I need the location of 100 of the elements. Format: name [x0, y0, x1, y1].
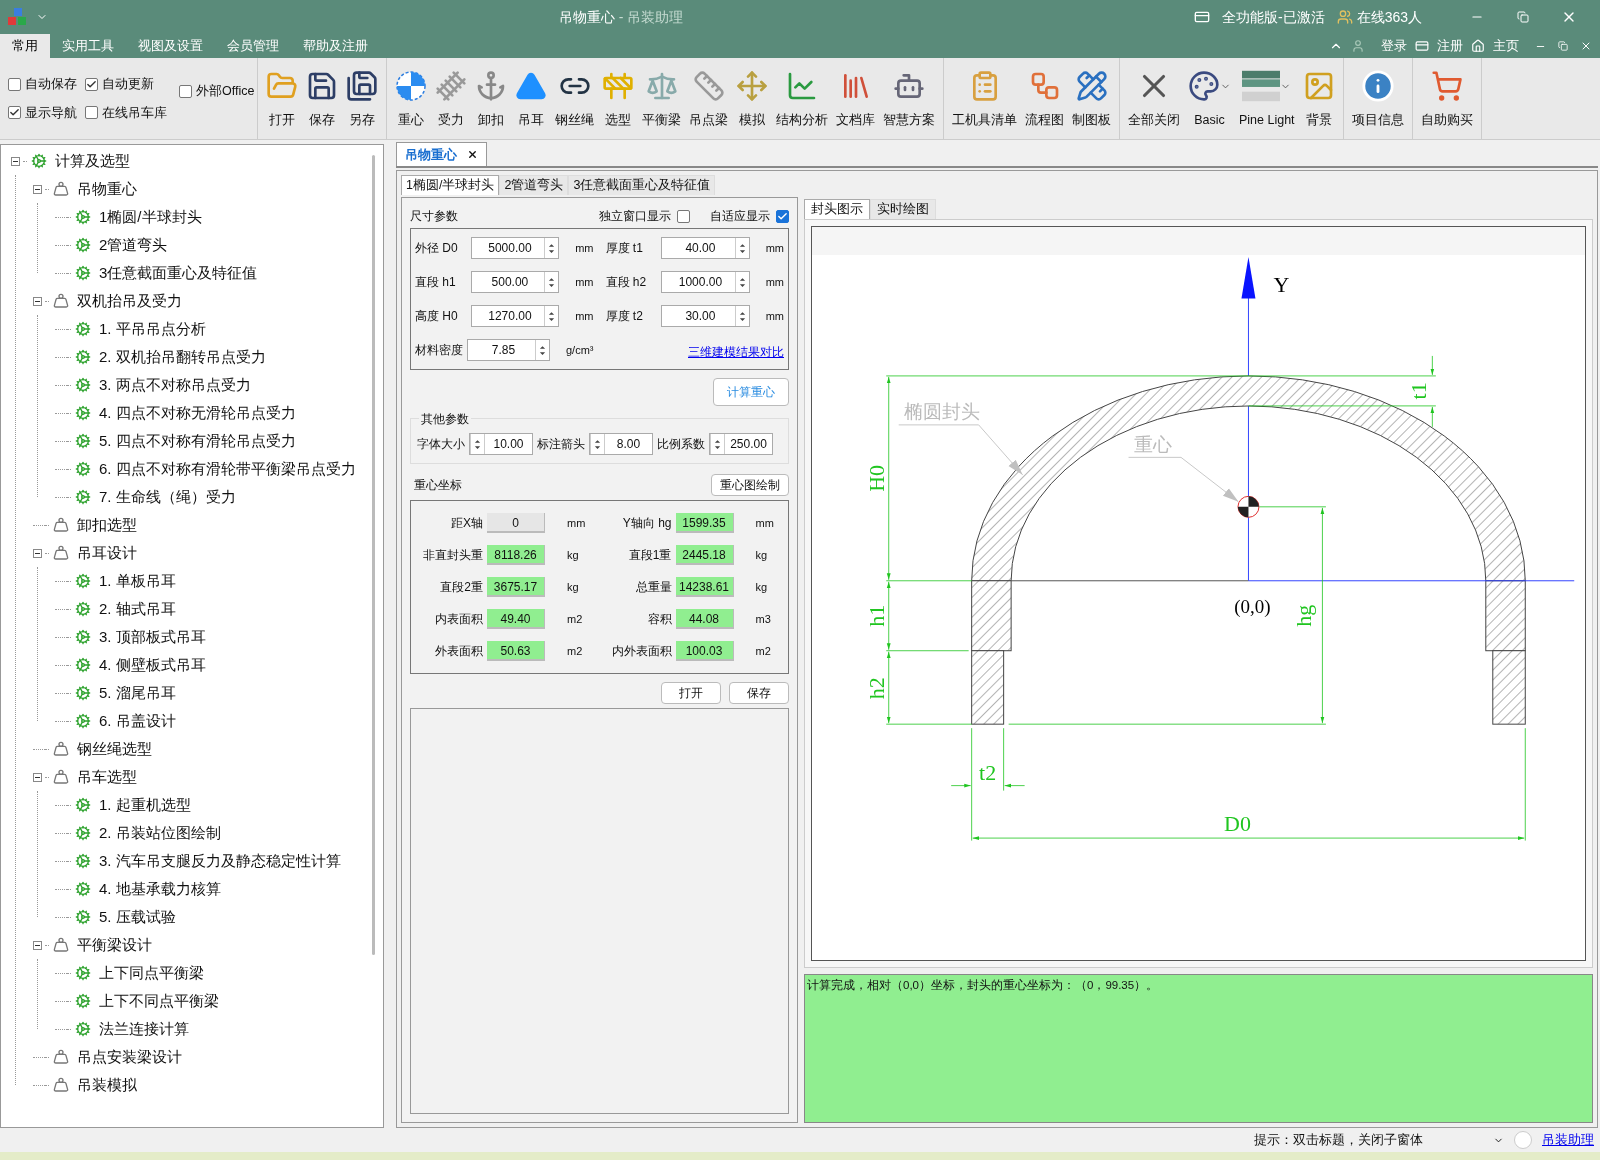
tree-item[interactable]: 6. 吊盖设计 [99, 709, 176, 733]
ribbon-button[interactable]: 模拟 [732, 58, 772, 139]
number-field[interactable]: 40.00 [661, 237, 750, 259]
tree-item[interactable]: 1. 单板吊耳 [99, 569, 176, 593]
checkbox[interactable] [8, 106, 21, 120]
dropdown-button[interactable]: Pine Light [1235, 58, 1299, 139]
ribbon-button[interactable]: 工机具清单 [948, 58, 1021, 139]
sub-tab[interactable]: 2管道弯头 [499, 175, 569, 195]
tree-item[interactable]: 7. 生命线（绳）受力 [99, 485, 236, 509]
tree-item[interactable]: 上下不同点平衡梁 [99, 989, 219, 1013]
checkbox[interactable] [179, 84, 192, 98]
ribbon-button[interactable]: 重心 [391, 58, 431, 139]
tree-item[interactable]: 3. 顶部板式吊耳 [99, 625, 206, 649]
tree-item[interactable]: 吊车选型 [77, 765, 137, 789]
ribbon-button[interactable]: 制图板 [1068, 58, 1115, 139]
expand-toggle[interactable] [33, 548, 42, 558]
tree-item[interactable]: 上下同点平衡梁 [99, 961, 204, 985]
login-link[interactable]: 登录 [1381, 36, 1407, 56]
ribbon-button[interactable]: 受力 [431, 58, 471, 139]
tree-item[interactable]: 3. 汽车吊支腿反力及静态稳定性计算 [99, 849, 341, 873]
expand-toggle[interactable] [11, 156, 20, 166]
ribbon-button[interactable]: 智慧方案 [879, 58, 939, 139]
number-field[interactable]: 8.00 [589, 433, 653, 455]
ribbon-button[interactable]: 选型 [598, 58, 638, 139]
tree-item[interactable]: 吊物重心 [77, 177, 137, 201]
number-field[interactable]: 500.00 [470, 271, 560, 293]
draw-centroid-button[interactable]: 重心图绘制 [711, 474, 789, 496]
ribbon-button[interactable]: 平衡梁 [638, 58, 685, 139]
expand-toggle[interactable] [33, 296, 42, 306]
tree-item[interactable]: 吊装模拟 [77, 1073, 137, 1097]
checkbox[interactable] [776, 209, 789, 223]
number-field[interactable]: 10.00 [469, 433, 533, 455]
number-field[interactable]: 1000.00 [661, 271, 750, 293]
ribbon-button[interactable]: 文档库 [832, 58, 879, 139]
ribbon-tab[interactable]: 帮助及注册 [291, 34, 380, 58]
dropdown-button[interactable]: Basic [1184, 58, 1235, 139]
tree-item[interactable]: 4. 侧壁板式吊耳 [99, 653, 206, 677]
tree-item[interactable]: 2. 轴式吊耳 [99, 597, 176, 621]
expand-toggle[interactable] [33, 940, 42, 950]
compare-link[interactable]: 三维建模结果对比 [688, 343, 784, 361]
ribbon-tab[interactable]: 视图及设置 [126, 34, 215, 58]
ribbon-button[interactable]: 自助购买 [1416, 58, 1477, 139]
tree-item[interactable]: 2. 吊装站位图绘制 [99, 821, 221, 845]
tree-item[interactable]: 6. 四点不对称有滑轮带平衡梁吊点受力 [99, 457, 356, 481]
ribbon-button[interactable]: 背景 [1298, 58, 1339, 139]
tree-item[interactable]: 3任意截面重心及特征值 [99, 261, 258, 285]
expand-toggle[interactable] [33, 184, 42, 194]
tree-item[interactable]: 4. 四点不对称无滑轮吊点受力 [99, 401, 296, 425]
tree-item[interactable]: 钢丝绳选型 [77, 737, 152, 761]
tree-item[interactable]: 3. 两点不对称吊点受力 [99, 373, 251, 397]
ribbon-tab[interactable]: 实用工具 [50, 34, 126, 58]
checkbox[interactable] [677, 209, 690, 223]
tree-item[interactable]: 5. 溜尾吊耳 [99, 681, 176, 705]
ribbon-button[interactable]: 结构分析 [772, 58, 832, 139]
ribbon-button[interactable]: 流程图 [1021, 58, 1068, 139]
ribbon-button[interactable]: 卸扣 [471, 58, 511, 139]
ribbon-button[interactable]: 另存 [342, 58, 382, 139]
scrollbar[interactable] [372, 155, 375, 955]
form-button[interactable]: 打开 [661, 682, 721, 704]
tree-item[interactable]: 1. 平吊吊点分析 [99, 317, 206, 341]
home-link[interactable]: 主页 [1493, 36, 1519, 56]
document-tab[interactable]: 吊物重心 [396, 142, 487, 166]
diagram-tab[interactable]: 实时绘图 [870, 199, 936, 219]
tree-item[interactable]: 1椭圆/半球封头 [99, 205, 202, 229]
tree-item[interactable]: 吊点安装梁设计 [77, 1045, 182, 1069]
ribbon-button[interactable]: 项目信息 [1347, 58, 1408, 139]
tree-item[interactable]: 2管道弯头 [99, 233, 168, 257]
toggle-icon[interactable] [1514, 1131, 1532, 1149]
number-field[interactable]: 1270.00 [470, 305, 560, 327]
tree-item[interactable]: 平衡梁设计 [77, 933, 152, 957]
ribbon-tab[interactable]: 会员管理 [215, 34, 291, 58]
number-field[interactable]: 7.85 [466, 339, 550, 361]
register-link[interactable]: 注册 [1437, 36, 1463, 56]
calculate-button[interactable]: 计算重心 [713, 378, 789, 406]
tree-item[interactable]: 4. 地基承载力核算 [99, 877, 221, 901]
sub-tab[interactable]: 1椭圆/半球封头 [401, 175, 500, 195]
checkbox[interactable] [85, 106, 98, 120]
ribbon-button[interactable]: 打开 [262, 58, 302, 139]
tree-item[interactable]: 吊耳设计 [77, 541, 137, 565]
diagram-tab[interactable]: 封头图示 [804, 199, 870, 219]
ribbon-button[interactable]: 吊点梁 [685, 58, 732, 139]
checkbox[interactable] [85, 77, 98, 91]
expand-toggle[interactable] [33, 772, 42, 782]
tree-item[interactable]: 计算及选型 [55, 149, 130, 173]
tree-item[interactable]: 1. 起重机选型 [99, 793, 191, 817]
checkbox[interactable] [8, 77, 21, 91]
ribbon-tab[interactable]: 常用 [0, 34, 50, 58]
ribbon-button[interactable]: 吊耳 [511, 58, 551, 139]
tree-item[interactable]: 双机抬吊及受力 [77, 289, 182, 313]
tree-item[interactable]: 5. 四点不对称有滑轮吊点受力 [99, 429, 296, 453]
number-field[interactable]: 5000.00 [470, 237, 560, 259]
tree-item[interactable]: 5. 压载试验 [99, 905, 176, 929]
number-field[interactable]: 250.00 [709, 433, 773, 455]
number-field[interactable]: 30.00 [661, 305, 750, 327]
tree-item[interactable]: 卸扣选型 [77, 513, 137, 537]
close-icon[interactable] [467, 149, 478, 160]
ribbon-button[interactable]: 钢丝绳 [551, 58, 598, 139]
ribbon-button[interactable]: 全部关闭 [1124, 58, 1184, 139]
tree-item[interactable]: 2. 双机抬吊翻转吊点受力 [99, 345, 266, 369]
form-button[interactable]: 保存 [729, 682, 789, 704]
